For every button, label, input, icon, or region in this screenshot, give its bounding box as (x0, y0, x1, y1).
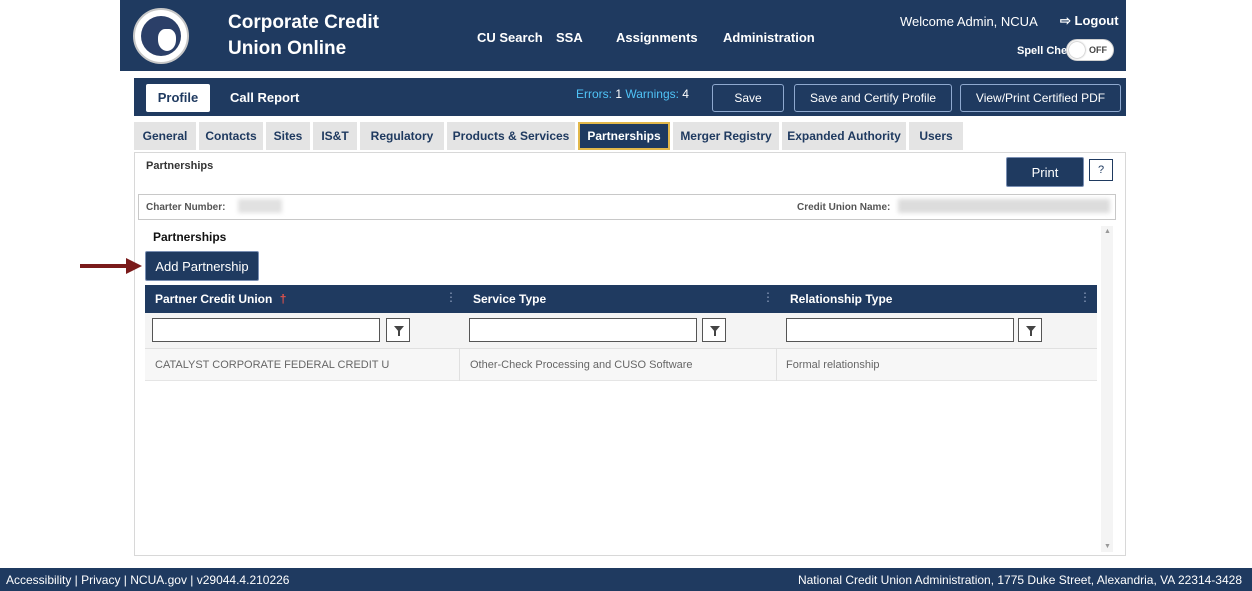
subtab-partnerships[interactable]: Partnerships (578, 122, 670, 150)
column-menu-icon[interactable]: ⋮ (445, 290, 457, 304)
errors-warnings-status[interactable]: Errors: 1 Warnings: 4 (576, 87, 689, 101)
tab-profile[interactable]: Profile (146, 84, 210, 112)
footer-address: National Credit Union Administration, 17… (797, 573, 1242, 587)
tab-call-report[interactable]: Call Report (230, 90, 299, 105)
charter-number-label: Charter Number: (146, 202, 226, 213)
filter-input-partner[interactable] (152, 318, 380, 342)
credit-union-name-redacted (898, 199, 1110, 213)
app-title: Corporate Credit Union Online (228, 12, 379, 59)
toggle-knob (1069, 42, 1085, 58)
footer-links[interactable]: Accessibility | Privacy | NCUA.gov | v29… (6, 573, 289, 587)
column-menu-icon[interactable]: ⋮ (762, 290, 774, 304)
section-label: Partnerships (146, 160, 214, 172)
column-menu-icon[interactable]: ⋮ (1079, 290, 1091, 304)
warnings-label: Warnings: (625, 87, 679, 101)
required-marker: † (279, 292, 287, 306)
cell-service-type: Other-Check Processing and CUSO Software (470, 359, 693, 371)
partnerships-heading: Partnerships (153, 230, 227, 244)
filter-input-service-type[interactable] (469, 318, 697, 342)
filter-icon[interactable] (386, 318, 410, 342)
nav-ssa[interactable]: SSA (556, 30, 583, 45)
charter-number-redacted (238, 199, 282, 213)
cell-relationship-type: Formal relationship (786, 359, 880, 371)
welcome-text: Welcome Admin, NCUA (900, 14, 1038, 29)
grid-header: Partner Credit Union † ⋮ Service Type ⋮ … (145, 285, 1097, 313)
credit-union-name-label: Credit Union Name: (797, 202, 891, 213)
subtab-sites[interactable]: Sites (266, 122, 310, 150)
errors-label: Errors: (576, 87, 612, 101)
subtab-ist[interactable]: IS&T (313, 122, 357, 150)
column-header-relationship-type[interactable]: Relationship Type (790, 292, 892, 306)
ncua-seal-logo (133, 8, 189, 64)
add-partnership-button[interactable]: Add Partnership (145, 251, 259, 281)
cell-partner: CATALYST CORPORATE FEDERAL CREDIT U (155, 359, 390, 371)
subtab-merger-registry[interactable]: Merger Registry (673, 122, 779, 150)
filter-icon[interactable] (702, 318, 726, 342)
filter-row (145, 313, 1097, 349)
annotation-arrow-icon (80, 258, 142, 274)
view-print-pdf-button[interactable]: View/Print Certified PDF (960, 84, 1121, 112)
footer: Accessibility | Privacy | NCUA.gov | v29… (0, 568, 1252, 591)
spellcheck-state: OFF (1089, 45, 1107, 55)
nav-assignments[interactable]: Assignments (616, 30, 698, 45)
subtab-regulatory[interactable]: Regulatory (360, 122, 444, 150)
help-button[interactable]: ? (1089, 159, 1113, 181)
filter-input-relationship-type[interactable] (786, 318, 1014, 342)
logout-link[interactable]: ⇨ Logout (1060, 13, 1119, 29)
errors-count: 1 (615, 87, 623, 101)
subtab-users[interactable]: Users (909, 122, 963, 150)
nav-cu-search[interactable]: CU Search (477, 30, 543, 45)
logout-label: Logout (1074, 13, 1119, 28)
nav-administration[interactable]: Administration (723, 30, 815, 45)
spellcheck-toggle[interactable]: OFF (1066, 39, 1114, 61)
subtab-contacts[interactable]: Contacts (199, 122, 263, 150)
column-header-service-type[interactable]: Service Type (473, 292, 546, 306)
column-header-partner[interactable]: Partner Credit Union † (155, 292, 286, 306)
logout-icon: ⇨ (1060, 13, 1071, 28)
app-header: Corporate Credit Union Online CU Search … (0, 0, 1252, 71)
filter-icon[interactable] (1018, 318, 1042, 342)
subtab-general[interactable]: General (134, 122, 196, 150)
table-row[interactable]: CATALYST CORPORATE FEDERAL CREDIT U Othe… (145, 349, 1097, 381)
print-button[interactable]: Print (1006, 157, 1084, 187)
warnings-count: 4 (682, 87, 689, 101)
subtab-expanded-authority[interactable]: Expanded Authority (782, 122, 906, 150)
scroll-up-icon[interactable]: ▲ (1104, 228, 1111, 235)
save-button[interactable]: Save (712, 84, 784, 112)
scroll-down-icon[interactable]: ▼ (1104, 543, 1111, 550)
save-certify-button[interactable]: Save and Certify Profile (794, 84, 952, 112)
column-label: Partner Credit Union (155, 292, 273, 306)
content-scrollbar[interactable]: ▲ ▼ (1101, 226, 1113, 552)
subtab-products-services[interactable]: Products & Services (447, 122, 575, 150)
